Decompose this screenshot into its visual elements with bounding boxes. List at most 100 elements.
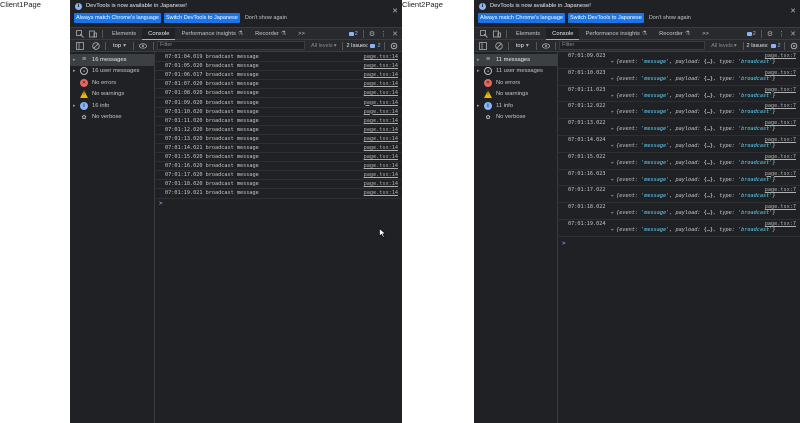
filter-input[interactable]: Filter	[156, 41, 305, 50]
log-source-link[interactable]: page.tsx:14	[364, 145, 398, 151]
switch-to-japanese-button[interactable]: Switch DevTools to Japanese	[567, 13, 644, 23]
log-levels-dropdown[interactable]: All levels▾	[708, 43, 739, 49]
gear-icon[interactable]: ⚙	[369, 30, 375, 38]
log-source-link[interactable]: page.tsx:14	[364, 109, 398, 115]
log-source-link[interactable]: page.tsx:14	[364, 54, 398, 60]
tab-console[interactable]: Console	[142, 27, 176, 40]
issues-badge[interactable]: 2	[746, 31, 756, 37]
log-source-link[interactable]: page.tsx:14	[364, 90, 398, 96]
log-source-link[interactable]: page.tsx:14	[364, 190, 398, 196]
live-expression-eye-icon[interactable]	[541, 41, 550, 50]
log-object-preview[interactable]: ▸ {event: 'message', payload: {…}, type: …	[568, 109, 796, 115]
expand-arrow-icon[interactable]: ▸	[611, 126, 614, 132]
log-source-link[interactable]: page.tsx:14	[364, 72, 398, 78]
expand-arrow-icon[interactable]: ▸	[611, 59, 614, 65]
filter-input[interactable]: Filter	[559, 41, 706, 50]
sidebar-filter-item[interactable]: ▸ ≡ 16 messages	[70, 54, 154, 66]
log-object-preview[interactable]: ▸ {event: 'message', payload: {…}, type: …	[568, 193, 796, 199]
tab-elements[interactable]: Elements	[510, 28, 546, 40]
clear-console-icon[interactable]	[91, 41, 100, 50]
always-match-language-button[interactable]: Always match Chrome's language	[478, 13, 565, 23]
log-source-link[interactable]: page.tsx:14	[364, 100, 398, 106]
console-settings-gear-icon[interactable]	[390, 41, 399, 50]
expand-arrow-icon[interactable]: ▸	[611, 177, 614, 183]
context-selector[interactable]: top ▾	[109, 43, 130, 49]
expand-arrow-icon[interactable]: ▸	[611, 76, 614, 82]
log-object-preview[interactable]: ▸ {event: 'message', payload: {…}, type: …	[568, 143, 796, 149]
sidebar-filter-item[interactable]: ✕ No errors	[474, 77, 557, 89]
sidebar-filter-item[interactable]: ! No warnings	[474, 89, 557, 101]
expand-arrow-icon[interactable]: ▸	[477, 103, 484, 109]
log-source-link[interactable]: page.tsx:14	[364, 163, 398, 169]
dont-show-again-button[interactable]: Don't show again	[243, 13, 289, 23]
expand-arrow-icon[interactable]: ▸	[477, 57, 484, 63]
expand-arrow-icon[interactable]: ▸	[611, 193, 614, 199]
more-tabs-button[interactable]: >>	[292, 28, 311, 40]
context-selector[interactable]: top ▾	[512, 43, 533, 49]
expand-arrow-icon[interactable]: ▸	[611, 109, 614, 115]
log-source-link[interactable]: page.tsx:14	[364, 63, 398, 69]
issues-counter[interactable]: 2 Issues: 2	[747, 43, 781, 49]
sidebar-filter-item[interactable]: ✕ No errors	[70, 77, 154, 89]
expand-arrow-icon[interactable]: ▸	[73, 103, 80, 109]
tab-recorder[interactable]: Recorder ⚗	[249, 28, 292, 40]
tab-performance-insights[interactable]: Performance insights ⚗	[175, 28, 249, 40]
gear-icon[interactable]: ⚙	[767, 30, 773, 38]
log-object-preview[interactable]: ▸ {event: 'message', payload: {…}, type: …	[568, 177, 796, 183]
sidebar-filter-item[interactable]: ▸ ● 16 user messages	[70, 66, 154, 78]
log-source-link[interactable]: page.tsx:14	[364, 118, 398, 124]
expand-arrow-icon[interactable]: ▸	[611, 227, 614, 233]
always-match-language-button[interactable]: Always match Chrome's language	[74, 13, 161, 23]
clear-console-icon[interactable]	[494, 41, 503, 50]
log-object-preview[interactable]: ▸ {event: 'message', payload: {…}, type: …	[568, 59, 796, 65]
log-object-preview[interactable]: ▸ {event: 'message', payload: {…}, type: …	[568, 210, 796, 216]
log-object-preview[interactable]: ▸ {event: 'message', payload: {…}, type: …	[568, 160, 796, 166]
close-icon[interactable]: ✕	[790, 7, 796, 15]
expand-arrow-icon[interactable]: ▸	[611, 93, 614, 99]
close-icon[interactable]: ✕	[392, 7, 398, 15]
sidebar-filter-item[interactable]: ! No warnings	[70, 89, 154, 101]
close-devtools-icon[interactable]: ✕	[392, 30, 398, 38]
more-tabs-button[interactable]: >>	[696, 28, 715, 40]
log-levels-dropdown[interactable]: All levels▾	[308, 43, 339, 49]
console-settings-gear-icon[interactable]	[790, 41, 798, 50]
sidebar-toggle-icon[interactable]	[479, 41, 488, 50]
expand-arrow-icon[interactable]: ▸	[611, 160, 614, 166]
console-prompt[interactable]: >	[558, 237, 800, 247]
inspect-element-icon[interactable]	[479, 29, 488, 38]
device-toolbar-icon[interactable]	[88, 29, 97, 38]
sidebar-filter-item[interactable]: ▸ i 11 info	[474, 100, 557, 112]
expand-arrow-icon[interactable]: ▸	[73, 57, 80, 63]
log-source-link[interactable]: page.tsx:14	[364, 172, 398, 178]
log-object-preview[interactable]: ▸ {event: 'message', payload: {…}, type: …	[568, 76, 796, 82]
log-object-preview[interactable]: ▸ {event: 'message', payload: {…}, type: …	[568, 93, 796, 99]
expand-arrow-icon[interactable]: ▸	[611, 143, 614, 149]
inspect-element-icon[interactable]	[75, 29, 84, 38]
live-expression-eye-icon[interactable]	[139, 41, 148, 50]
sidebar-filter-item[interactable]: ▸ ≡ 11 messages	[474, 54, 557, 66]
sidebar-toggle-icon[interactable]	[75, 41, 84, 50]
device-toolbar-icon[interactable]	[492, 29, 501, 38]
log-source-link[interactable]: page.tsx:14	[364, 154, 398, 160]
sidebar-filter-item[interactable]: ▸ ● 11 user messages	[474, 66, 557, 78]
expand-arrow-icon[interactable]: ▸	[73, 68, 80, 74]
log-source-link[interactable]: page.tsx:14	[364, 81, 398, 87]
tab-performance-insights[interactable]: Performance insights ⚗	[579, 28, 653, 40]
log-object-preview[interactable]: ▸ {event: 'message', payload: {…}, type: …	[568, 227, 796, 233]
expand-arrow-icon[interactable]: ▸	[611, 210, 614, 216]
tab-recorder[interactable]: Recorder ⚗	[653, 28, 696, 40]
sidebar-filter-item[interactable]: ✿ No verbose	[70, 112, 154, 124]
sidebar-filter-item[interactable]: ✿ No verbose	[474, 112, 557, 124]
tab-console[interactable]: Console	[546, 27, 580, 40]
kebab-menu-icon[interactable]: ⋮	[778, 30, 785, 38]
issues-counter[interactable]: 2 Issues: 2	[346, 43, 380, 49]
log-source-link[interactable]: page.tsx:14	[364, 127, 398, 133]
tab-elements[interactable]: Elements	[106, 28, 142, 40]
dont-show-again-button[interactable]: Don't show again	[647, 13, 693, 23]
log-source-link[interactable]: page.tsx:14	[364, 181, 398, 187]
issues-badge[interactable]: 2	[348, 31, 358, 37]
switch-to-japanese-button[interactable]: Switch DevTools to Japanese	[163, 13, 240, 23]
sidebar-filter-item[interactable]: ▸ i 16 info	[70, 100, 154, 112]
close-devtools-icon[interactable]: ✕	[790, 30, 796, 38]
log-source-link[interactable]: page.tsx:14	[364, 136, 398, 142]
